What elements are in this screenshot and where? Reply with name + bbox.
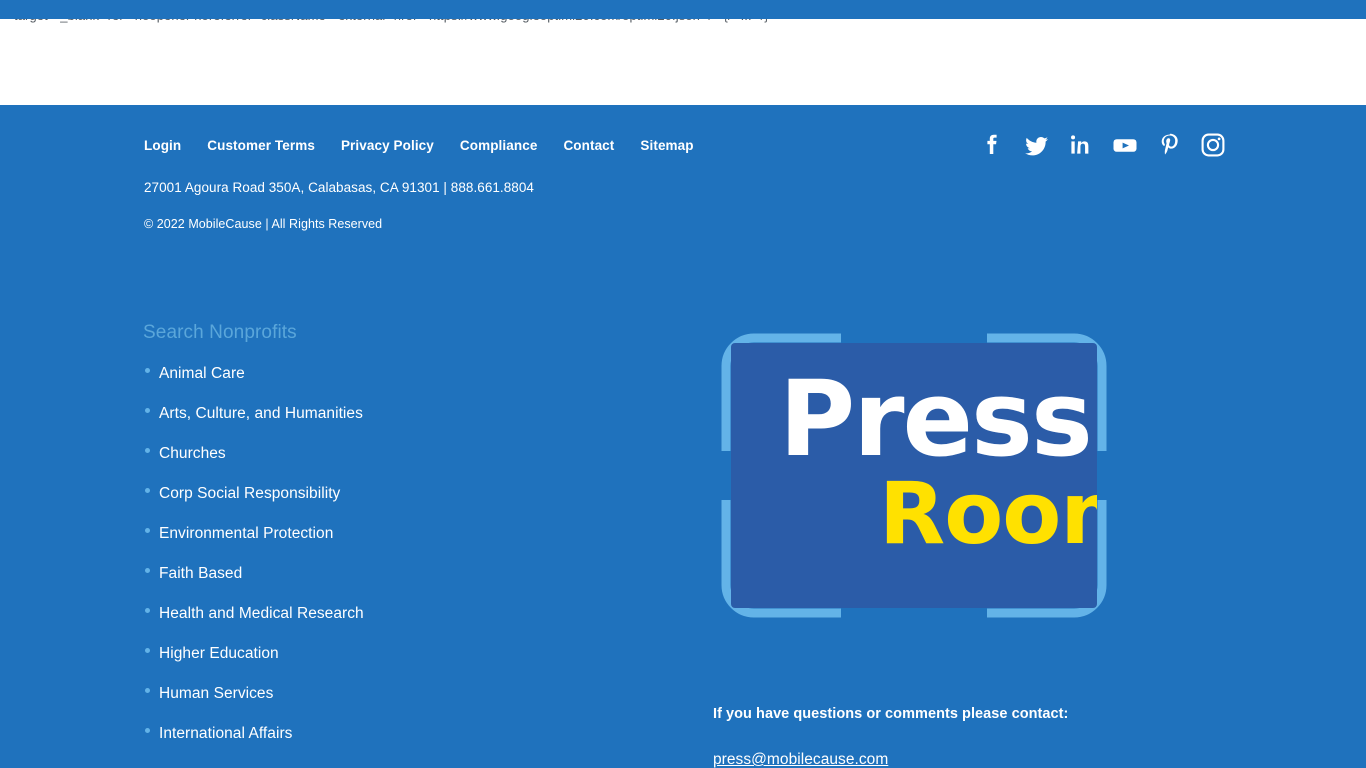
bullet-icon	[145, 368, 150, 373]
list-item[interactable]: Higher Education	[143, 640, 563, 680]
contact-prompt: If you have questions or comments please…	[713, 706, 1069, 722]
instagram-icon[interactable]	[1198, 130, 1228, 160]
bullet-icon	[145, 688, 150, 693]
press-room-word-press: Press	[779, 358, 1093, 480]
category-link[interactable]: International Affairs	[159, 725, 292, 743]
bullet-icon	[145, 488, 150, 493]
footer-link-contact[interactable]: Contact	[563, 138, 614, 153]
list-item[interactable]: Environmental Protection	[143, 520, 563, 560]
bullet-icon	[145, 528, 150, 533]
list-item[interactable]: Arts, Culture, and Humanities	[143, 400, 563, 440]
footer-copyright: © 2022 MobileCause | All Rights Reserved	[144, 217, 383, 231]
bullet-icon	[145, 608, 150, 613]
category-link[interactable]: Corp Social Responsibility	[159, 485, 340, 503]
top-blue-bar	[0, 0, 1366, 19]
category-link[interactable]: Higher Education	[159, 645, 279, 663]
list-item[interactable]: Animal Care	[143, 360, 563, 400]
press-room-card: Press Room	[731, 343, 1097, 608]
bullet-icon	[145, 648, 150, 653]
pinterest-icon[interactable]	[1154, 130, 1184, 160]
list-item[interactable]: Corp Social Responsibility	[143, 480, 563, 520]
list-item[interactable]: International Affairs	[143, 720, 563, 760]
category-link[interactable]: Animal Care	[159, 365, 245, 383]
bullet-icon	[145, 408, 150, 413]
contact-email-link[interactable]: press@mobilecause.com	[713, 751, 888, 768]
facebook-icon[interactable]	[978, 130, 1008, 160]
footer-link-customer-terms[interactable]: Customer Terms	[207, 138, 315, 153]
category-link[interactable]: Churches	[159, 445, 226, 463]
footer-link-login[interactable]: Login	[144, 138, 181, 153]
press-room-word-room: Room	[879, 464, 1097, 564]
nonprofit-category-list: Animal Care Arts, Culture, and Humanitie…	[143, 360, 563, 760]
twitter-icon[interactable]	[1022, 130, 1052, 160]
footer-nav: Login Customer Terms Privacy Policy Comp…	[144, 138, 694, 153]
footer-address: 27001 Agoura Road 350A, Calabasas, CA 91…	[144, 180, 534, 195]
bullet-icon	[145, 448, 150, 453]
category-link[interactable]: Human Services	[159, 685, 273, 703]
list-item[interactable]: Health and Medical Research	[143, 600, 563, 640]
social-links	[978, 130, 1228, 160]
linkedin-icon[interactable]	[1066, 130, 1096, 160]
footer-link-compliance[interactable]: Compliance	[460, 138, 538, 153]
press-room-graphic: Press Room	[721, 333, 1107, 618]
footer-link-privacy-policy[interactable]: Privacy Policy	[341, 138, 434, 153]
list-item[interactable]: Churches	[143, 440, 563, 480]
footer-link-sitemap[interactable]: Sitemap	[640, 138, 693, 153]
page-body: Login Customer Terms Privacy Policy Comp…	[0, 105, 1366, 768]
category-link[interactable]: Arts, Culture, and Humanities	[159, 405, 363, 423]
list-item[interactable]: Human Services	[143, 680, 563, 720]
bullet-icon	[145, 568, 150, 573]
category-link[interactable]: Environmental Protection	[159, 525, 333, 543]
youtube-icon[interactable]	[1110, 130, 1140, 160]
white-gap-region	[0, 24, 1366, 105]
bullet-icon	[145, 728, 150, 733]
category-link[interactable]: Faith Based	[159, 565, 242, 583]
list-item[interactable]: Faith Based	[143, 560, 563, 600]
category-link[interactable]: Health and Medical Research	[159, 605, 364, 623]
search-nonprofits-heading: Search Nonprofits	[143, 322, 297, 343]
